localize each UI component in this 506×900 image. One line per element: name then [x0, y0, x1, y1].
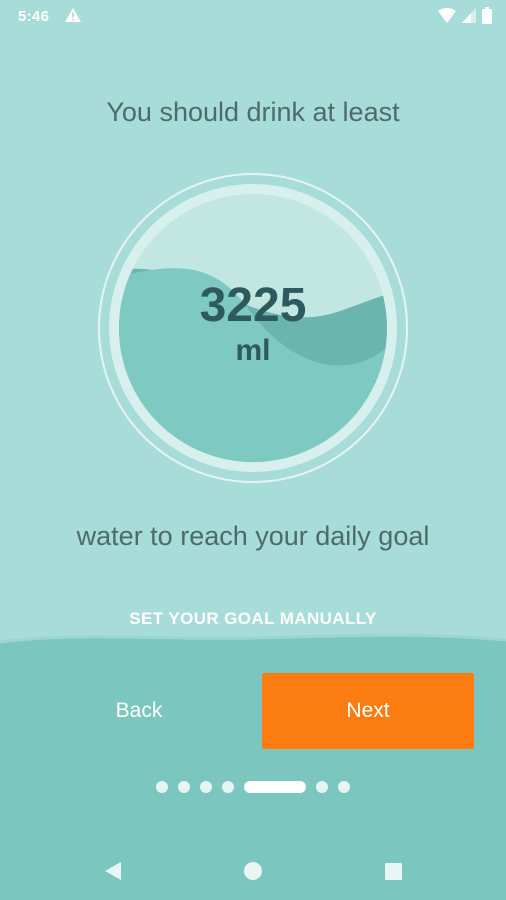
wifi-icon — [438, 8, 456, 23]
recents-square-icon[interactable] — [385, 863, 402, 880]
headline: You should drink at least — [106, 97, 400, 127]
status-bar: 5:46 — [0, 0, 506, 32]
alert-triangle-icon — [65, 8, 81, 22]
page-indicator — [0, 780, 506, 794]
goal-unit: ml — [235, 334, 271, 367]
subline: water to reach your daily goal — [76, 521, 430, 551]
status-icons — [438, 7, 492, 24]
page-dot-active — [244, 781, 306, 793]
cellular-signal-icon — [462, 8, 476, 23]
status-time: 5:46 — [18, 8, 50, 25]
back-triangle-icon[interactable] — [105, 862, 121, 880]
next-button[interactable]: Next — [262, 673, 474, 749]
home-circle-icon[interactable] — [244, 862, 262, 880]
page-dot — [316, 781, 328, 793]
back-button[interactable]: Back — [60, 673, 218, 749]
water-goal-gauge: 3225 ml — [97, 172, 409, 484]
page-dot — [222, 781, 234, 793]
page-dot — [178, 781, 190, 793]
page-dot — [200, 781, 212, 793]
battery-icon — [482, 7, 492, 24]
page-dot — [338, 781, 350, 793]
page-dot — [156, 781, 168, 793]
set-goal-manually-link[interactable]: SET YOUR GOAL MANUALLY — [0, 609, 506, 629]
system-nav-bar — [105, 862, 402, 880]
goal-value: 3225 — [199, 279, 307, 332]
